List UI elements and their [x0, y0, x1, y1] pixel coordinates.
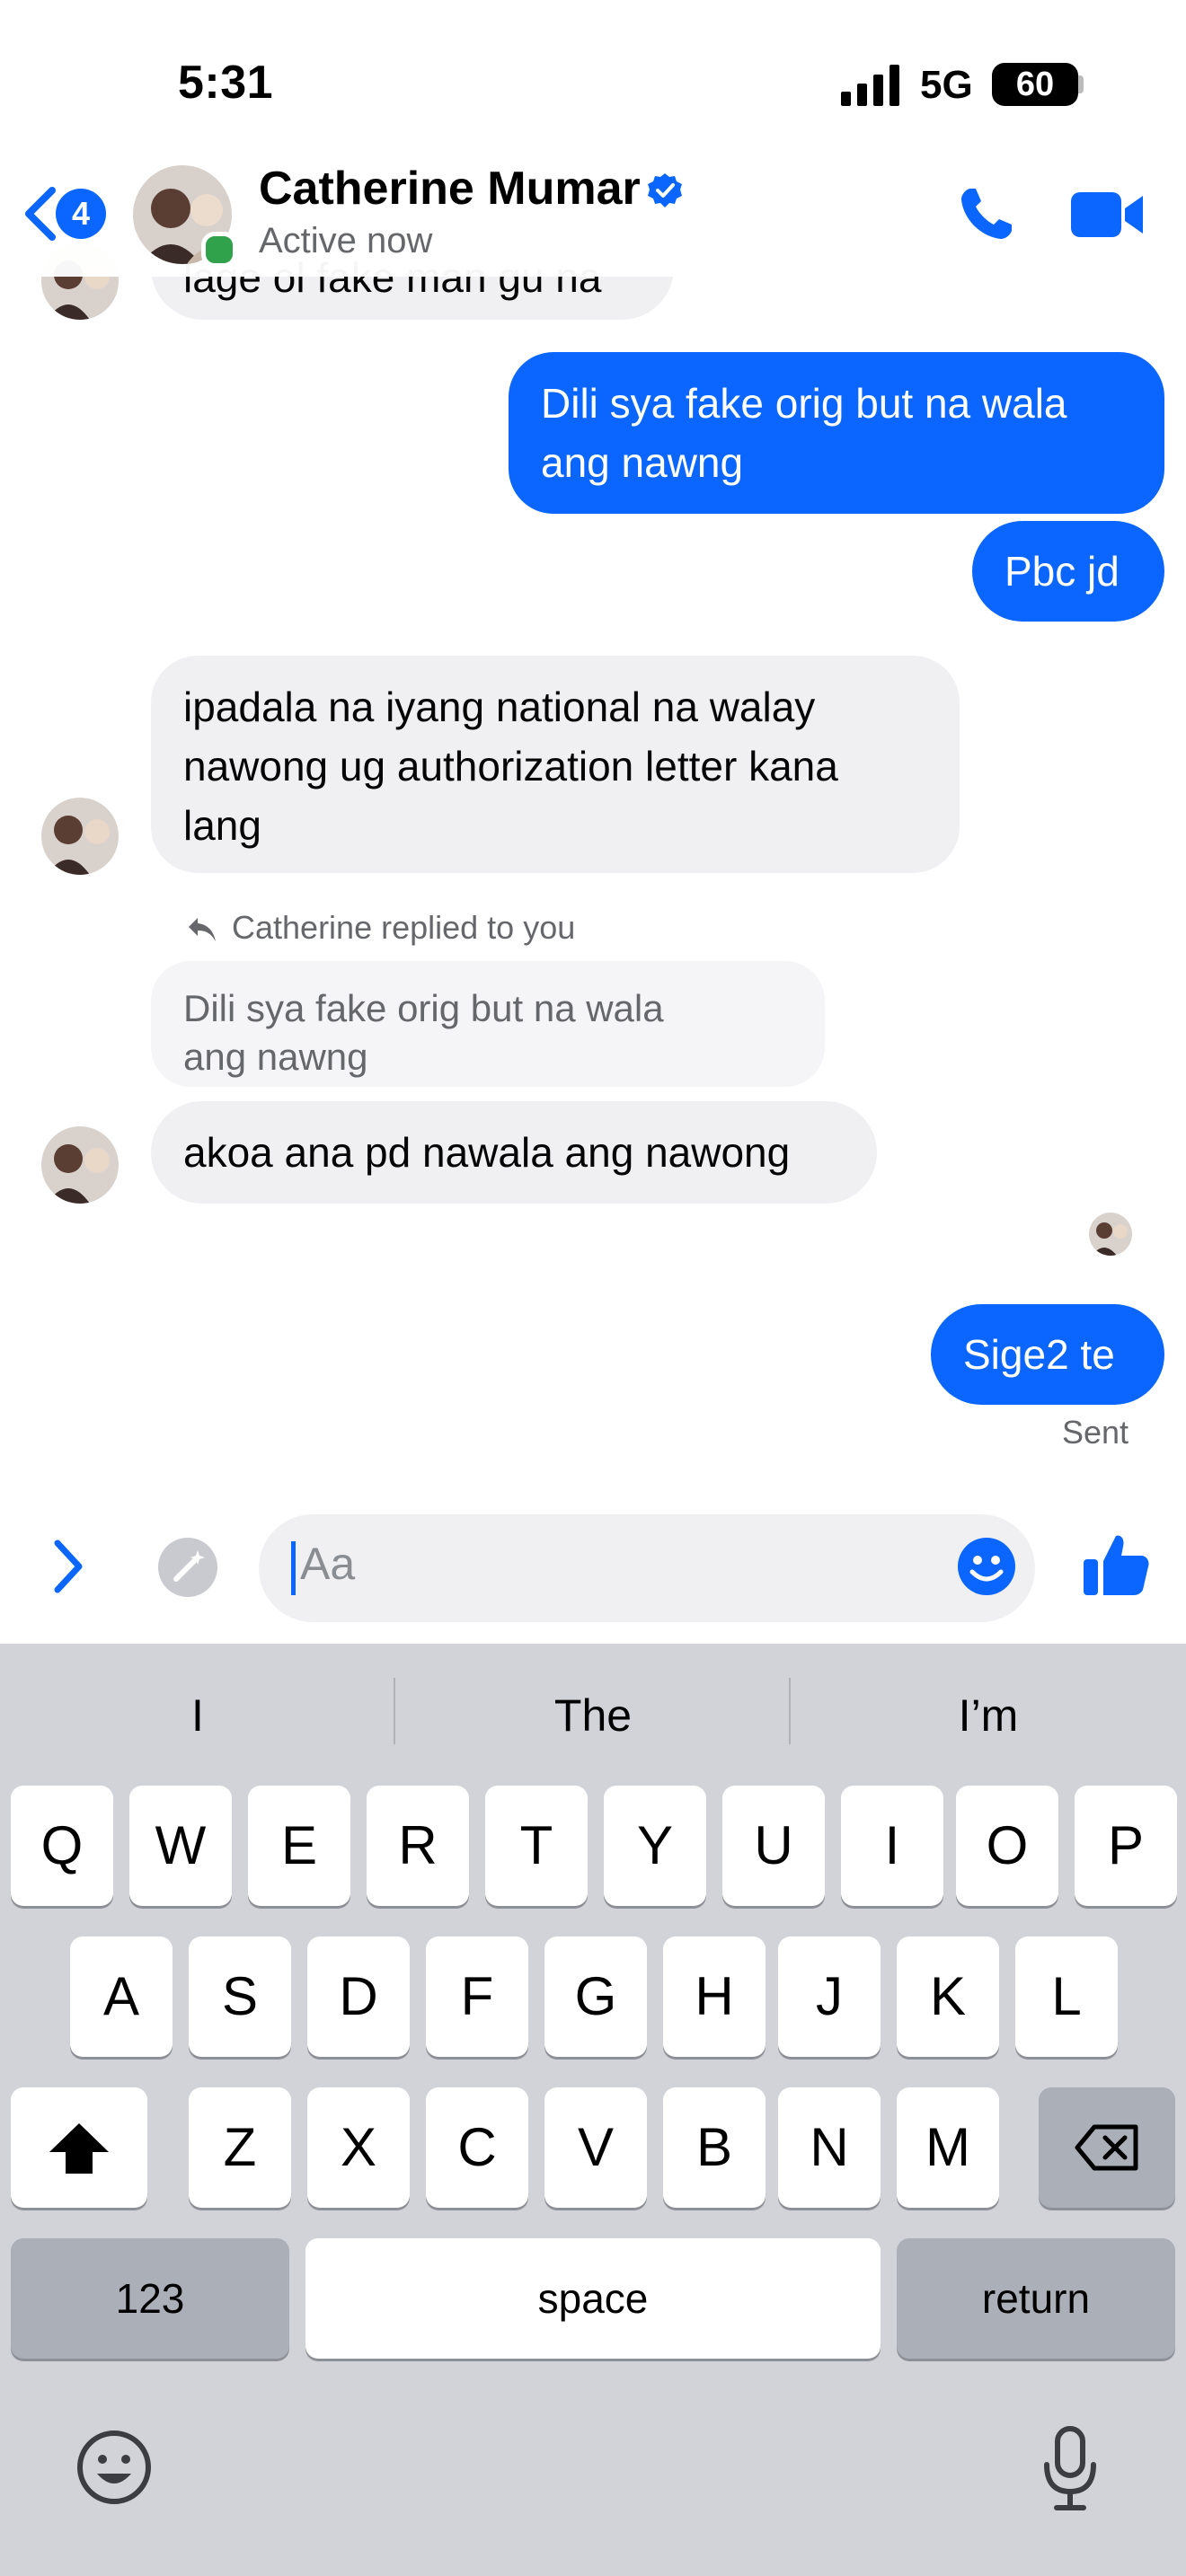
contact-avatar[interactable]	[41, 1126, 119, 1204]
emoji-icon[interactable]	[956, 1536, 1017, 1597]
message-incoming[interactable]: ipadala na iyang national na walay nawon…	[151, 656, 960, 873]
text-caret	[291, 1541, 296, 1595]
message-input[interactable]	[259, 1514, 1035, 1622]
key-h[interactable]: H	[663, 1936, 766, 2057]
dictation-mic-icon[interactable]	[1042, 2425, 1098, 2511]
message-outgoing[interactable]: Sige2 te	[931, 1304, 1164, 1405]
key-f[interactable]: F	[426, 1936, 528, 2057]
expand-chevron-icon[interactable]	[52, 1538, 84, 1595]
key-c[interactable]: C	[426, 2087, 528, 2208]
suggestion-2[interactable]: The	[395, 1680, 791, 1751]
key-s[interactable]: S	[189, 1936, 291, 2057]
keyboard-emoji-icon[interactable]	[75, 2429, 153, 2506]
battery-icon: 60	[992, 63, 1078, 106]
thumbs-up-icon[interactable]	[1082, 1531, 1150, 1599]
key-o[interactable]: O	[956, 1786, 1058, 1906]
key-k[interactable]: K	[897, 1936, 999, 2057]
suggestion-1[interactable]: I	[0, 1680, 395, 1751]
key-q[interactable]: Q	[11, 1786, 113, 1906]
key-p[interactable]: P	[1075, 1786, 1177, 1906]
active-status: Active now	[259, 221, 433, 260]
key-m[interactable]: M	[897, 2087, 999, 2208]
quoted-line: Dili sya fake orig but na wala	[183, 987, 664, 1029]
battery-nub	[1078, 75, 1084, 93]
space-key[interactable]: space	[305, 2238, 881, 2359]
key-v[interactable]: V	[544, 2087, 647, 2208]
key-e[interactable]: E	[248, 1786, 350, 1906]
reply-arrow-icon	[189, 918, 216, 941]
back-chevron-icon[interactable]	[20, 185, 59, 243]
message-outgoing[interactable]: Dili sya fake orig but na wala ang nawng	[509, 352, 1164, 514]
message-outgoing[interactable]: Pbc jd	[972, 521, 1164, 622]
delivery-status: Sent	[1062, 1414, 1129, 1451]
shift-arrow-icon	[49, 2123, 109, 2174]
shift-key[interactable]	[11, 2087, 147, 2208]
message-line: ipadala na iyang national na walay	[183, 684, 816, 730]
key-x[interactable]: X	[307, 2087, 410, 2208]
delete-key[interactable]	[1039, 2087, 1175, 2208]
backspace-icon	[1075, 2124, 1138, 2171]
status-time: 5:31	[178, 57, 274, 109]
suggestion-3[interactable]: I’m	[791, 1680, 1186, 1751]
quoted-line: ang nawng	[183, 1036, 368, 1078]
key-g[interactable]: G	[544, 1936, 647, 2057]
key-w[interactable]: W	[129, 1786, 232, 1906]
key-a[interactable]: A	[70, 1936, 173, 2057]
key-z[interactable]: Z	[189, 2087, 291, 2208]
key-d[interactable]: D	[307, 1936, 410, 2057]
magic-edit-icon[interactable]	[158, 1538, 217, 1597]
contact-avatar[interactable]	[41, 798, 119, 875]
message-incoming[interactable]: akoa ana pd nawala ang nawong	[151, 1101, 877, 1204]
message-line: lang	[183, 802, 261, 849]
cellular-signal-icon	[841, 65, 899, 106]
verified-badge-icon	[648, 173, 682, 207]
unread-count-badge[interactable]: 4	[56, 189, 106, 239]
key-j[interactable]: J	[778, 1936, 881, 2057]
reply-context-label: Catherine replied to you	[232, 909, 576, 946]
phone-call-icon[interactable]	[958, 185, 1015, 243]
seen-avatar	[1089, 1213, 1132, 1256]
key-b[interactable]: B	[663, 2087, 766, 2208]
key-u[interactable]: U	[722, 1786, 825, 1906]
network-type: 5G	[920, 63, 973, 107]
key-l[interactable]: L	[1015, 1936, 1118, 2057]
numbers-key[interactable]: 123	[11, 2238, 289, 2359]
key-t[interactable]: T	[485, 1786, 588, 1906]
contact-name[interactable]: Catherine Mumar	[259, 162, 641, 216]
key-r[interactable]: R	[367, 1786, 469, 1906]
message-line: nawong ug authorization letter kana	[183, 743, 838, 790]
key-y[interactable]: Y	[604, 1786, 706, 1906]
message-input-placeholder: Aa	[300, 1539, 356, 1589]
online-status-dot	[201, 232, 237, 268]
return-key[interactable]: return	[897, 2238, 1175, 2359]
message-line: ang nawng	[541, 439, 744, 486]
video-call-icon[interactable]	[1071, 189, 1145, 241]
key-i[interactable]: I	[841, 1786, 943, 1906]
message-line: Dili sya fake orig but na wala	[541, 380, 1067, 427]
key-n[interactable]: N	[778, 2087, 881, 2208]
quoted-message[interactable]: Dili sya fake orig but na wala ang nawng	[151, 961, 825, 1087]
